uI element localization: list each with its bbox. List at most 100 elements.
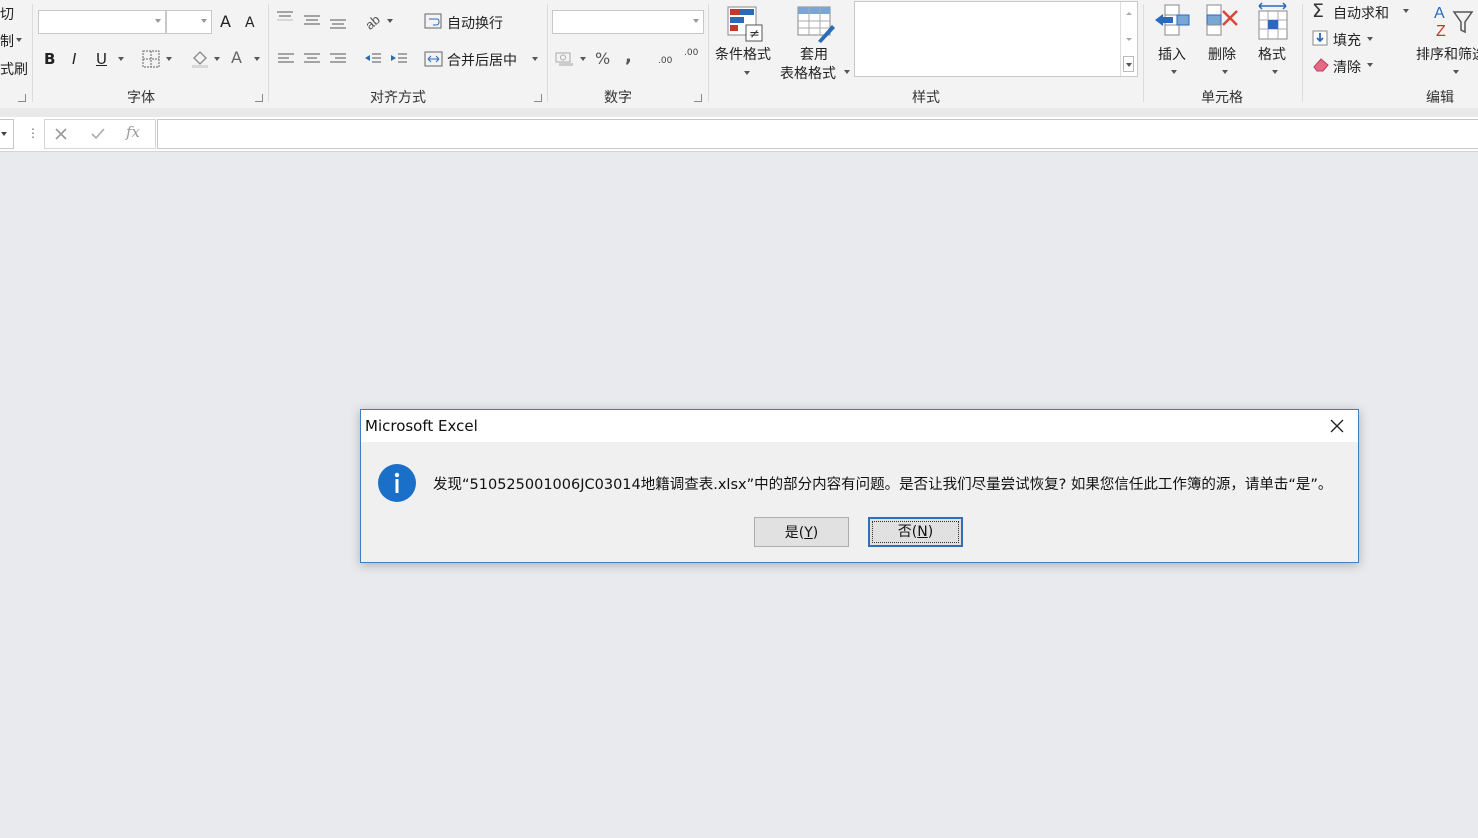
- formula-buttons: fx: [44, 119, 156, 149]
- formula-input[interactable]: [157, 119, 1478, 149]
- format-as-table-button[interactable]: 表格格式: [780, 63, 836, 83]
- gallery-more-icon[interactable]: [1123, 56, 1134, 72]
- underline-dropdown-icon[interactable]: [118, 57, 124, 61]
- separator: [32, 4, 33, 102]
- accounting-format-icon[interactable]: [555, 50, 575, 68]
- sort-filter-icon[interactable]: A Z: [1432, 2, 1478, 40]
- format-cells-icon[interactable]: [1256, 1, 1292, 41]
- borders-icon[interactable]: [142, 50, 160, 68]
- formula-bar-splitter-icon[interactable]: ⋮: [27, 126, 39, 140]
- shrink-font-button[interactable]: A: [245, 15, 255, 31]
- insert-dropdown-icon[interactable]: [1171, 70, 1177, 74]
- format-as-table-icon[interactable]: [796, 5, 836, 43]
- sort-filter-button[interactable]: 排序和筛选: [1416, 44, 1478, 64]
- decrease-decimal-button[interactable]: .00: [684, 48, 698, 58]
- styles-group-label: 样式: [912, 90, 940, 106]
- align-middle-icon[interactable]: [303, 14, 321, 28]
- fill-color-dropdown-icon[interactable]: [214, 57, 220, 61]
- italic-button[interactable]: I: [72, 50, 76, 68]
- autosum-icon[interactable]: Σ: [1312, 0, 1324, 22]
- wrap-text-icon[interactable]: [424, 12, 444, 30]
- format-button[interactable]: 格式: [1258, 44, 1286, 64]
- format-as-table-dropdown-icon[interactable]: [844, 70, 850, 74]
- separator: [1143, 4, 1144, 102]
- insert-button[interactable]: 插入: [1158, 44, 1186, 64]
- ribbon: 切 制 式刷 A A B I U A 字体 ab 自动换行 合并后居中 对齐方式…: [0, 0, 1478, 109]
- clear-button[interactable]: 清除: [1333, 57, 1361, 77]
- gallery-scrollbar[interactable]: [1120, 2, 1137, 76]
- align-bottom-icon[interactable]: [329, 16, 347, 30]
- increase-indent-icon[interactable]: [390, 52, 408, 66]
- format-as-table-line1[interactable]: 套用: [800, 44, 828, 64]
- gallery-down-icon[interactable]: [1126, 38, 1132, 41]
- grow-font-button[interactable]: A: [220, 12, 231, 31]
- bold-button[interactable]: B: [44, 50, 55, 68]
- clear-dropdown-icon[interactable]: [1367, 63, 1373, 67]
- number-format-combo[interactable]: [552, 10, 704, 34]
- delete-cells-icon[interactable]: [1205, 3, 1245, 41]
- align-right-icon[interactable]: [329, 52, 347, 66]
- font-name-combo[interactable]: [38, 10, 166, 34]
- insert-function-button[interactable]: fx: [126, 123, 140, 141]
- font-color-button[interactable]: A: [231, 48, 242, 67]
- close-icon[interactable]: [1328, 417, 1346, 435]
- sort-filter-dropdown-icon[interactable]: [1453, 70, 1459, 74]
- yes-button[interactable]: 是(Y): [754, 517, 849, 547]
- percent-button[interactable]: %: [595, 49, 610, 68]
- enter-icon[interactable]: [90, 127, 106, 141]
- conditional-format-icon[interactable]: ≠: [726, 5, 764, 43]
- merge-center-icon[interactable]: [424, 50, 444, 68]
- cut-button[interactable]: 切: [0, 4, 14, 24]
- font-launcher-icon[interactable]: [255, 94, 263, 102]
- align-center-icon[interactable]: [303, 52, 321, 66]
- orientation-dropdown-icon[interactable]: [387, 19, 393, 23]
- format-dropdown-icon[interactable]: [1272, 70, 1278, 74]
- number-launcher-icon[interactable]: [694, 94, 702, 102]
- copy-button[interactable]: 制: [0, 31, 14, 51]
- conditional-format-button[interactable]: 条件格式: [715, 44, 771, 64]
- separator: [708, 4, 709, 102]
- cell-styles-gallery[interactable]: [854, 1, 1138, 77]
- name-box[interactable]: [0, 119, 14, 149]
- cancel-icon[interactable]: [54, 127, 68, 141]
- alignment-group-label: 对齐方式: [370, 90, 426, 106]
- merge-center-dropdown-icon[interactable]: [532, 57, 538, 61]
- font-group-label: 字体: [127, 90, 155, 106]
- clipboard-launcher-icon[interactable]: [18, 94, 26, 102]
- wrap-text-button[interactable]: 自动换行: [447, 13, 503, 33]
- name-box-dropdown-icon[interactable]: [1, 132, 7, 136]
- fill-icon[interactable]: [1312, 30, 1328, 46]
- delete-dropdown-icon[interactable]: [1222, 70, 1228, 74]
- align-left-icon[interactable]: [277, 52, 295, 66]
- eraser-icon[interactable]: [1312, 56, 1330, 72]
- format-painter-button[interactable]: 式刷: [0, 59, 28, 79]
- svg-text:A: A: [1434, 5, 1445, 22]
- alignment-launcher-icon[interactable]: [534, 94, 542, 102]
- fill-button[interactable]: 填充: [1333, 30, 1361, 50]
- orientation-icon[interactable]: ab: [364, 12, 384, 30]
- decrease-indent-icon[interactable]: [364, 52, 382, 66]
- insert-cells-icon[interactable]: [1153, 3, 1193, 41]
- font-color-dropdown-icon[interactable]: [254, 57, 260, 61]
- no-button[interactable]: 否(N): [868, 517, 963, 547]
- separator: [268, 4, 269, 102]
- borders-dropdown-icon[interactable]: [166, 57, 172, 61]
- merge-center-button[interactable]: 合并后居中: [447, 50, 517, 70]
- copy-dropdown-icon[interactable]: [16, 38, 22, 42]
- gallery-up-icon[interactable]: [1126, 12, 1132, 15]
- autosum-button[interactable]: 自动求和: [1333, 3, 1389, 23]
- dialog-titlebar[interactable]: Microsoft Excel: [361, 410, 1358, 442]
- align-top-icon[interactable]: [276, 11, 294, 25]
- conditional-format-dropdown-icon[interactable]: [744, 71, 750, 75]
- comma-style-button[interactable]: ,: [625, 46, 632, 67]
- separator: [1302, 4, 1303, 102]
- formula-bar: ⋮ fx: [0, 117, 1478, 152]
- increase-decimal-button[interactable]: .00: [658, 56, 672, 66]
- font-size-combo[interactable]: [166, 10, 212, 34]
- underline-button[interactable]: U: [96, 50, 107, 68]
- fill-dropdown-icon[interactable]: [1367, 37, 1373, 41]
- delete-button[interactable]: 删除: [1208, 44, 1236, 64]
- autosum-dropdown-icon[interactable]: [1403, 9, 1409, 13]
- fill-color-icon[interactable]: [190, 48, 210, 68]
- accounting-dropdown-icon[interactable]: [580, 57, 586, 61]
